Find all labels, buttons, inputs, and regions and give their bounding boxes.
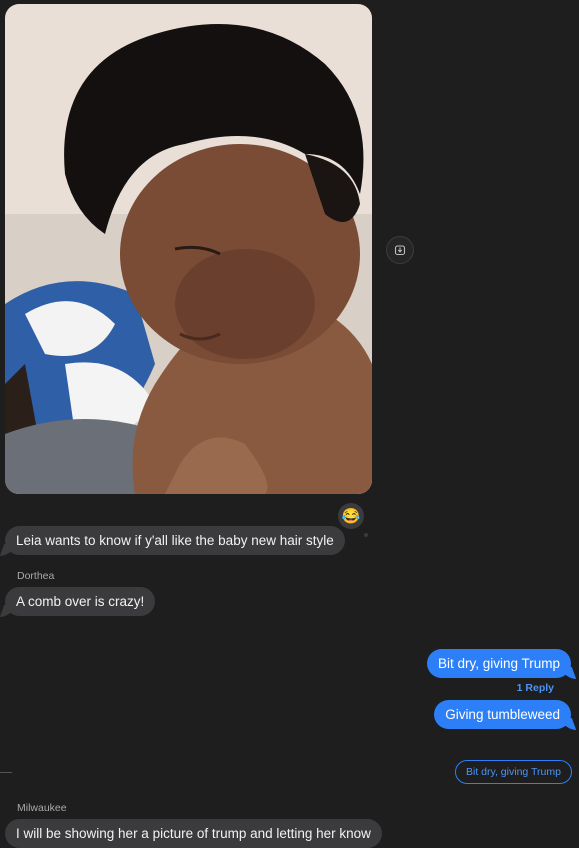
message-text: Giving tumbleweed — [445, 707, 560, 722]
reply-count-link[interactable]: 1 Reply — [517, 682, 554, 694]
save-photo-button[interactable] — [386, 236, 414, 264]
message-bubble-outgoing[interactable]: Giving tumbleweed — [434, 700, 571, 729]
message-bubble-incoming[interactable]: Leia wants to know if y'all like the bab… — [5, 526, 345, 555]
tapback-tail — [364, 533, 368, 537]
message-text: A comb over is crazy! — [16, 594, 145, 609]
message-bubble-outgoing[interactable]: Bit dry, giving Trump — [426, 649, 571, 678]
laughing-emoji-icon: 😂 — [341, 508, 361, 525]
photo-attachment[interactable] — [5, 4, 372, 494]
message-text: Bit dry, giving Trump — [437, 656, 560, 671]
thread-connector — [0, 772, 12, 773]
baby-photo — [5, 4, 372, 494]
download-icon — [394, 245, 406, 256]
reply-quote-chip[interactable]: Bit dry, giving Trump — [455, 760, 572, 784]
message-bubble-incoming[interactable]: A comb over is crazy! — [5, 587, 156, 616]
sender-name: Dorthea — [17, 570, 55, 582]
tapback-reaction[interactable]: 😂 — [338, 503, 364, 529]
message-text: I will be showing her a picture of trump… — [16, 826, 371, 841]
message-text: Leia wants to know if y'all like the bab… — [16, 533, 334, 548]
sender-name: Milwaukee — [17, 802, 67, 814]
message-bubble-incoming[interactable]: I will be showing her a picture of trump… — [5, 819, 382, 848]
